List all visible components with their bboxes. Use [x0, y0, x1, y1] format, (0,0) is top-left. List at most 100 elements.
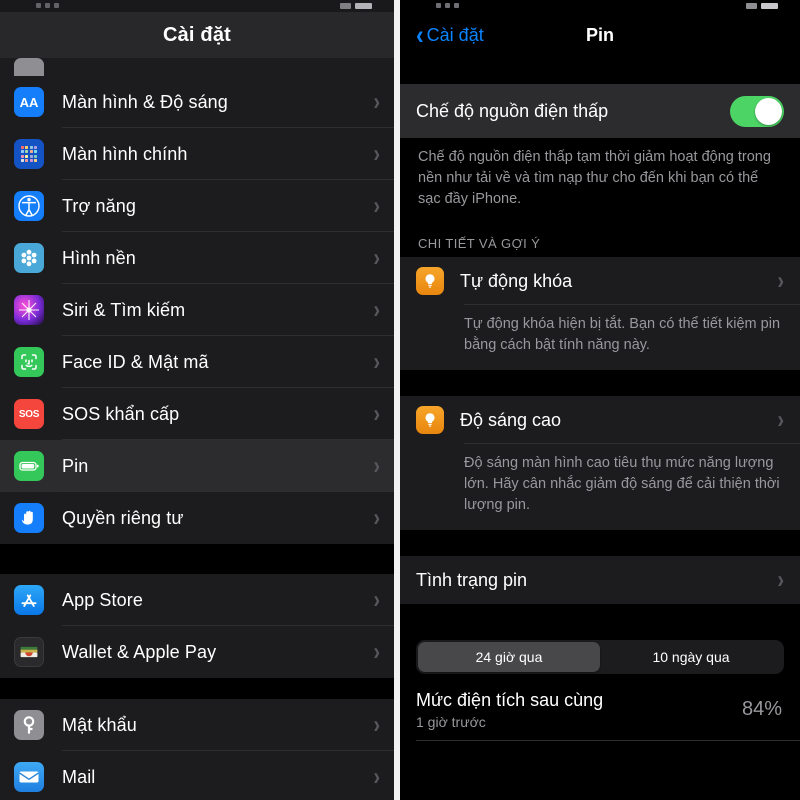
chevron-right-icon: ›: [373, 192, 380, 220]
chevron-right-icon: ›: [777, 267, 784, 295]
status-bar-battery-icon: [746, 3, 778, 9]
app-store-icon: [14, 585, 44, 615]
tip-description: Tự động khóa hiện bị tắt. Bạn có thể tiế…: [400, 305, 800, 370]
sidebar-item-emergency-sos[interactable]: SOS SOS khẩn cấp ›: [0, 388, 394, 440]
back-button-label: Cài đặt: [426, 24, 484, 45]
wallpaper-icon: [14, 243, 44, 273]
settings-list: AA Màn hình & Độ sáng › Màn hình chính ›…: [0, 58, 394, 800]
sidebar-item-label: Siri & Tìm kiếm: [62, 299, 186, 320]
sidebar-item-label: Màn hình chính: [62, 143, 188, 164]
chevron-right-icon: ›: [373, 638, 380, 666]
page-title: Cài đặt: [0, 12, 394, 58]
status-bar-signal-icon: [436, 3, 459, 8]
tip-row-auto-lock[interactable]: Tự động khóa ›: [400, 257, 800, 305]
chevron-right-icon: ›: [373, 711, 380, 739]
usage-period-segmented-wrapper: 24 giờ qua 10 ngày qua: [400, 630, 800, 680]
chevron-right-icon: ›: [373, 140, 380, 168]
sidebar-item-home-screen[interactable]: Màn hình chính ›: [0, 128, 394, 180]
divider: [416, 740, 800, 741]
group-separator: [0, 544, 394, 574]
spacer: [400, 370, 800, 396]
sidebar-item-app-store[interactable]: App Store ›: [0, 574, 394, 626]
sidebar-item-display-brightness[interactable]: AA Màn hình & Độ sáng ›: [0, 76, 394, 128]
siri-search-icon: [14, 295, 44, 325]
chevron-right-icon: ›: [373, 763, 380, 791]
sidebar-item-privacy[interactable]: Quyền riêng tư ›: [0, 492, 394, 544]
tip-label: Độ sáng cao: [460, 409, 562, 430]
face-id-icon: [14, 347, 44, 377]
sidebar-item-battery[interactable]: Pin ›: [0, 440, 394, 492]
chevron-right-icon: ›: [373, 504, 380, 532]
battery-health-label: Tình trạng pin: [416, 569, 528, 590]
sidebar-item-wallpaper[interactable]: Hình nền ›: [0, 232, 394, 284]
sidebar-item-label: Màn hình & Độ sáng: [62, 91, 228, 112]
last-charge-value: 84%: [741, 697, 782, 720]
settings-group-3: Mật khẩu › Mail ›: [0, 699, 394, 800]
tip-row-high-brightness[interactable]: Độ sáng cao ›: [400, 396, 800, 444]
tip-label: Tự động khóa: [460, 270, 573, 291]
list-item-partial[interactable]: [0, 58, 394, 76]
low-power-mode-toggle[interactable]: [730, 95, 784, 127]
status-bar-battery-icon: [340, 3, 372, 9]
tip-lightbulb-icon: [416, 406, 444, 434]
partial-row-icon: [14, 58, 44, 76]
low-power-mode-row[interactable]: Chế độ nguồn điện thấp: [400, 84, 800, 138]
sidebar-item-label: SOS khẩn cấp: [62, 403, 180, 424]
sidebar-item-label: Wallet & Apple Pay: [62, 641, 217, 662]
status-bar-right: [400, 0, 800, 12]
back-button[interactable]: ‹ Cài đặt: [416, 19, 484, 50]
chevron-left-icon: ‹: [416, 19, 424, 50]
chevron-right-icon: ›: [777, 566, 784, 594]
sidebar-item-label: Mật khẩu: [62, 714, 137, 735]
toggle-knob: [755, 97, 782, 125]
emergency-sos-icon: SOS: [14, 399, 44, 429]
home-screen-icon: [14, 139, 44, 169]
sidebar-item-wallet-apple-pay[interactable]: Wallet & Apple Pay ›: [0, 626, 394, 678]
sidebar-item-label: Quyền riêng tư: [62, 507, 184, 528]
ios-settings-split-screenshot: Cài đặt AA Màn hình & Độ sáng › Màn hình…: [0, 0, 800, 800]
last-charge-subtitle: 1 giờ trước: [416, 714, 486, 730]
chevron-right-icon: ›: [373, 296, 380, 324]
last-charge-title: Mức điện tích sau cùng: [416, 690, 604, 710]
settings-group-1: AA Màn hình & Độ sáng › Màn hình chính ›…: [0, 58, 394, 544]
low-power-mode-label: Chế độ nguồn điện thấp: [416, 100, 609, 121]
segment-last-24-hours[interactable]: 24 giờ qua: [418, 642, 600, 672]
sidebar-item-mail[interactable]: Mail ›: [0, 751, 394, 800]
battery-detail-panel: ‹ Cài đặt Pin Chế độ nguồn điện thấp Chế…: [400, 0, 800, 800]
chevron-right-icon: ›: [777, 406, 784, 434]
segment-last-10-days[interactable]: 10 ngày qua: [600, 642, 782, 672]
sidebar-item-label: Pin: [62, 455, 89, 476]
display-brightness-icon: AA: [14, 87, 44, 117]
spacer: [400, 58, 800, 84]
sidebar-item-siri-search[interactable]: Siri & Tìm kiếm ›: [0, 284, 394, 336]
battery-health-row[interactable]: Tình trạng pin ›: [400, 556, 800, 604]
tip-description: Độ sáng màn hình cao tiêu thụ mức năng l…: [400, 444, 800, 530]
privacy-icon: [14, 503, 44, 533]
passwords-key-icon: [14, 710, 44, 740]
sidebar-item-passwords[interactable]: Mật khẩu ›: [0, 699, 394, 751]
low-power-mode-description: Chế độ nguồn điện thấp tạm thời giảm hoạ…: [400, 138, 800, 224]
accessibility-icon: [14, 191, 44, 221]
spacer: [400, 530, 800, 556]
chevron-right-icon: ›: [373, 586, 380, 614]
sidebar-item-accessibility[interactable]: Trợ năng ›: [0, 180, 394, 232]
last-charge-level-row: Mức điện tích sau cùng 1 giờ trước 84%: [400, 680, 800, 730]
tips-section-header: CHI TIẾT VÀ GỢI Ý: [400, 224, 800, 257]
navigation-bar: ‹ Cài đặt Pin: [400, 12, 800, 58]
spacer: [400, 604, 800, 630]
sidebar-item-label: Hình nền: [62, 247, 136, 268]
status-bar-signal-icon: [36, 3, 59, 8]
status-bar-left: [0, 0, 394, 12]
mail-icon: [14, 762, 44, 792]
sidebar-item-face-id[interactable]: Face ID & Mật mã ›: [0, 336, 394, 388]
sidebar-item-label: App Store: [62, 589, 143, 610]
usage-period-segmented-control[interactable]: 24 giờ qua 10 ngày qua: [416, 640, 784, 674]
chevron-right-icon: ›: [373, 348, 380, 376]
chevron-right-icon: ›: [373, 244, 380, 272]
settings-list-panel: Cài đặt AA Màn hình & Độ sáng › Màn hình…: [0, 0, 394, 800]
group-separator: [0, 678, 394, 699]
sidebar-item-label: Face ID & Mật mã: [62, 351, 209, 372]
chevron-right-icon: ›: [373, 400, 380, 428]
chevron-right-icon: ›: [373, 452, 380, 480]
sidebar-item-label: Mail: [62, 766, 96, 787]
